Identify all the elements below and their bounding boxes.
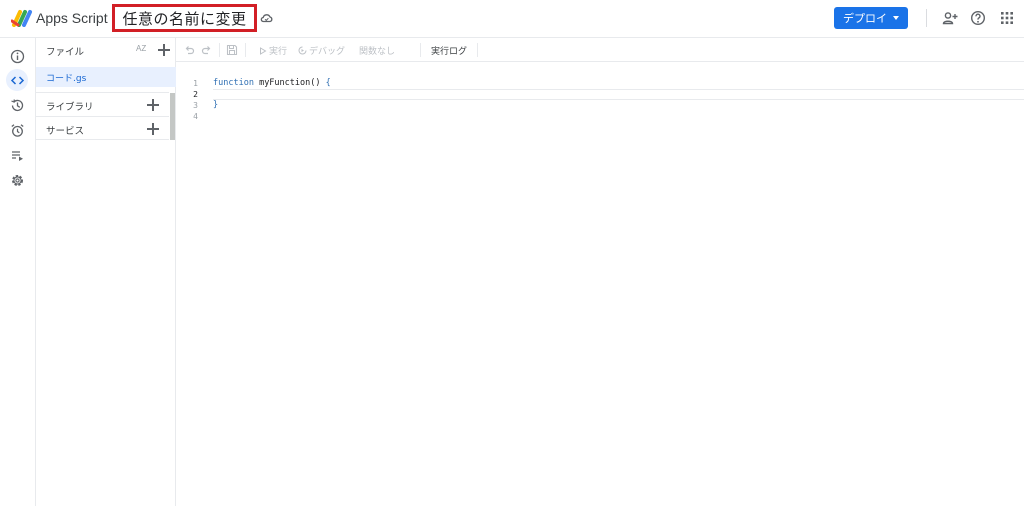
alarm-icon xyxy=(10,123,24,137)
run-button[interactable]: 実行 xyxy=(259,44,287,57)
code-line[interactable]: } xyxy=(213,100,218,110)
debug-icon xyxy=(298,46,307,55)
code-function-name: myFunction() xyxy=(253,78,326,88)
gear-icon xyxy=(11,174,23,186)
execution-log-label: 実行ログ xyxy=(431,47,468,57)
executions-icon xyxy=(11,150,23,161)
code-icon xyxy=(10,75,24,85)
left-rail xyxy=(0,38,36,506)
files-label: ファイル xyxy=(46,47,85,58)
rail-triggers[interactable] xyxy=(6,119,28,141)
panel-scrollbar[interactable] xyxy=(170,93,175,140)
undo-icon[interactable] xyxy=(184,45,195,55)
run-label: 実行 xyxy=(269,47,288,57)
deploy-label: デプロイ xyxy=(843,12,887,25)
function-select[interactable]: 関数なし xyxy=(359,44,395,57)
project-title[interactable]: 任意の名前に変更 xyxy=(122,8,246,29)
rail-history[interactable] xyxy=(6,94,28,116)
deploy-button[interactable]: デプロイ xyxy=(834,7,908,29)
apps-script-logo-icon[interactable] xyxy=(11,9,33,27)
caret-down-icon xyxy=(893,16,899,20)
files-panel: ファイル AZ コード.gs ライブラリ サービス xyxy=(36,38,176,506)
rail-editor[interactable] xyxy=(6,69,28,91)
redo-icon[interactable] xyxy=(201,45,212,55)
code-line[interactable]: function myFunction() { xyxy=(213,78,331,88)
toolbar-divider xyxy=(420,43,421,57)
debug-button[interactable]: デバッグ xyxy=(298,44,345,57)
files-header: ファイル AZ xyxy=(36,38,176,62)
file-item[interactable]: コード.gs xyxy=(36,67,176,87)
add-file-icon[interactable] xyxy=(158,44,170,56)
add-person-icon[interactable] xyxy=(942,10,958,26)
services-section: サービス xyxy=(36,116,169,140)
file-name: コード.gs xyxy=(46,74,87,84)
line-number: 4 xyxy=(193,112,198,121)
code-editor[interactable]: 1 2 3 4 function myFunction() { } xyxy=(176,62,1024,506)
rail-executions[interactable] xyxy=(6,144,28,166)
toolbar-divider xyxy=(245,43,246,57)
help-icon[interactable] xyxy=(970,10,986,26)
function-select-label: 関数なし xyxy=(359,47,396,57)
line-number: 3 xyxy=(193,101,198,110)
execution-log-button[interactable]: 実行ログ xyxy=(431,44,467,57)
rail-settings[interactable] xyxy=(6,169,28,191)
current-line-highlight xyxy=(213,89,1024,100)
services-label: サービス xyxy=(46,126,85,137)
libraries-label: ライブラリ xyxy=(46,102,94,113)
history-icon xyxy=(10,98,23,111)
app-name: Apps Script xyxy=(36,10,108,26)
code-open-brace: { xyxy=(325,78,331,88)
save-icon[interactable] xyxy=(226,44,238,56)
apps-grid-icon[interactable] xyxy=(999,10,1015,26)
play-icon xyxy=(260,46,267,55)
add-library-icon[interactable] xyxy=(147,99,159,111)
header-divider xyxy=(926,9,927,27)
rail-overview[interactable] xyxy=(6,45,28,67)
line-number: 2 xyxy=(193,90,198,99)
info-icon xyxy=(10,49,24,63)
line-number: 1 xyxy=(193,79,198,88)
sort-az-icon[interactable]: AZ xyxy=(136,44,146,53)
project-title-highlight[interactable]: 任意の名前に変更 xyxy=(112,4,257,32)
code-keyword: function xyxy=(213,78,254,88)
top-header: Apps Script 任意の名前に変更 デプロイ xyxy=(0,0,1024,38)
code-close-brace: } xyxy=(213,100,219,110)
cloud-saved-icon xyxy=(260,14,273,23)
toolbar-divider xyxy=(477,43,478,57)
libraries-section: ライブラリ xyxy=(36,92,169,116)
editor-toolbar: 実行 デバッグ 関数なし 実行ログ xyxy=(176,38,1024,62)
add-service-icon[interactable] xyxy=(147,123,159,135)
debug-label: デバッグ xyxy=(309,47,346,57)
toolbar-divider xyxy=(219,43,220,57)
